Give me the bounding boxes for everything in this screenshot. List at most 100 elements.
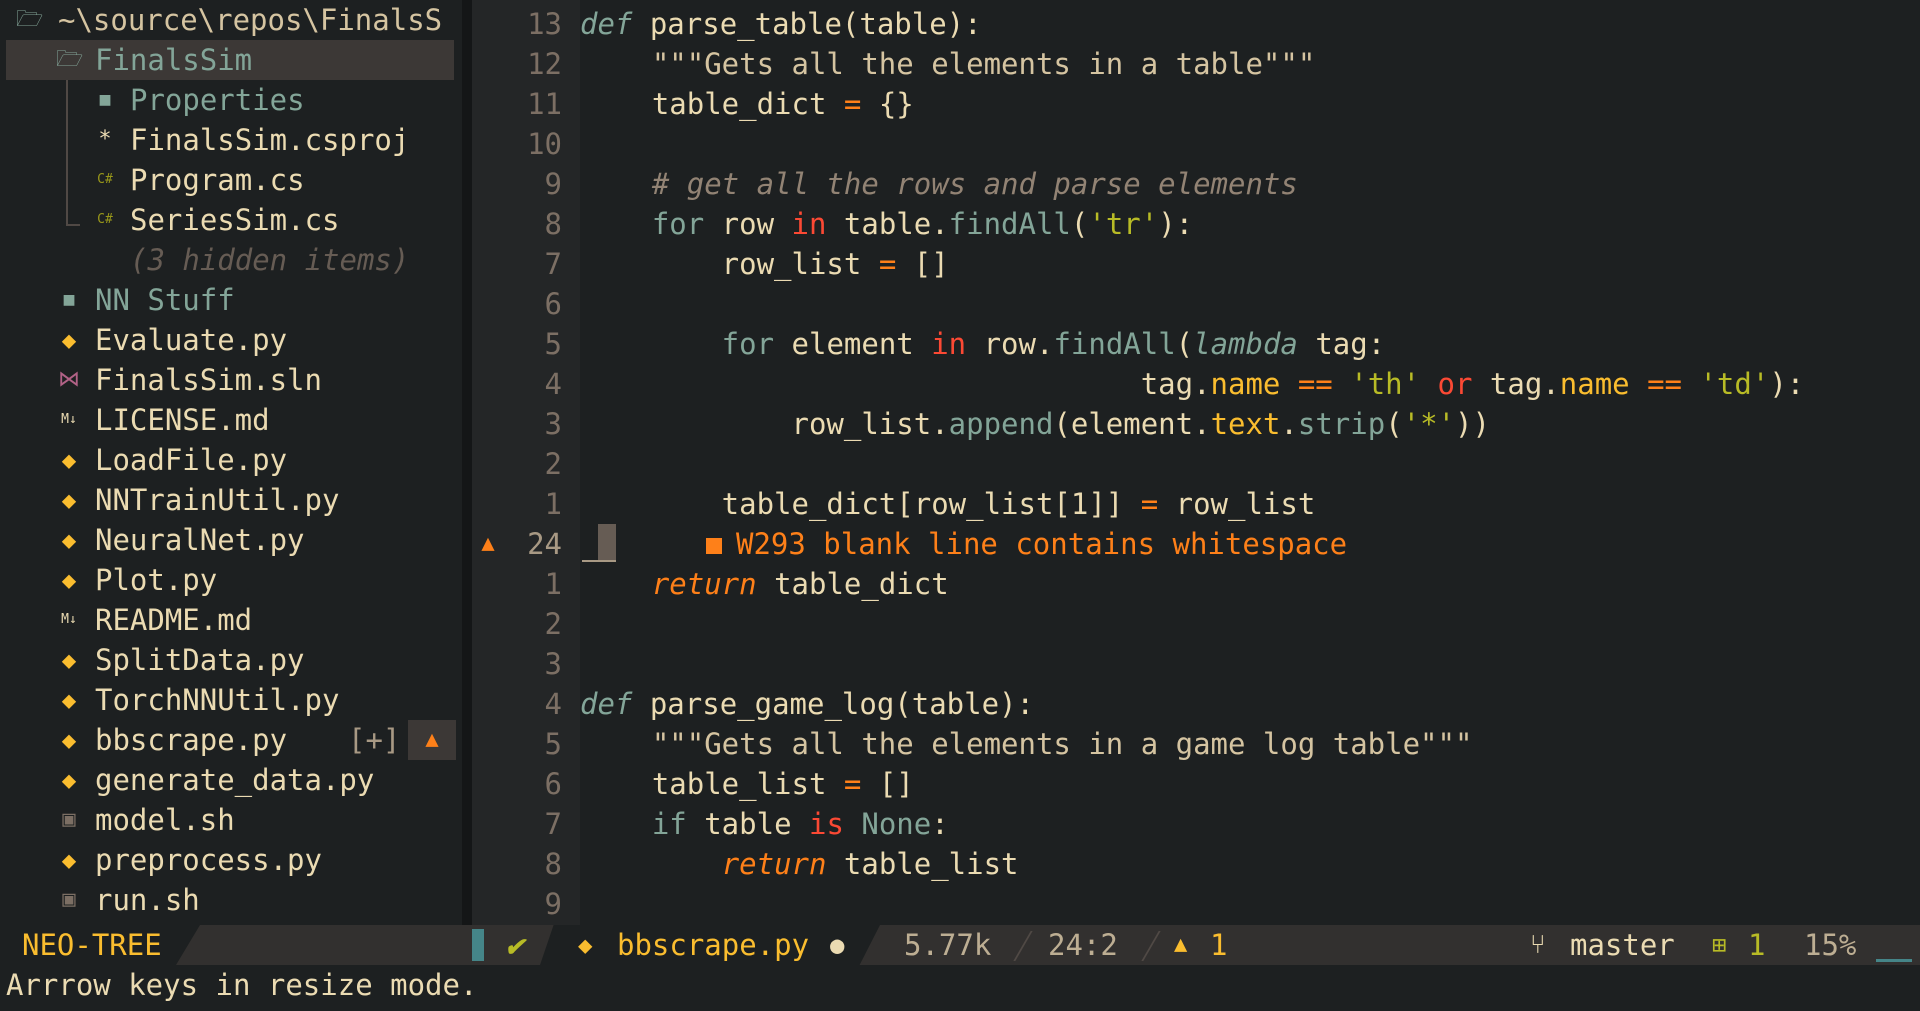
file-explorer-sidebar: 🗁 ~\source\repos\FinalsS 🗁 FinalsSim ■ Prop… [0, 0, 462, 925]
cursor-underline [582, 560, 616, 562]
line-number: 11 [527, 87, 562, 121]
terminal-icon: ▣ [62, 807, 76, 832]
line-number: 7 [544, 807, 562, 841]
python-icon: ◆ [61, 846, 77, 874]
tree-item-label: SeriesSim.cs [130, 203, 340, 237]
modified-indicator: [+] [348, 723, 401, 757]
code-line: table_dict = {} [582, 87, 914, 121]
tree-item-neuralnet-py[interactable]: ◆ NeuralNet.py [0, 520, 456, 560]
tree-item-label: TorchNNUtil.py [95, 683, 340, 717]
folder-open-icon: 🗁 [56, 47, 84, 72]
folder-open-icon: 🗁 [16, 7, 44, 32]
line-number: 7 [544, 247, 562, 281]
window-indicator [472, 929, 484, 961]
python-icon: ◆ [61, 766, 77, 794]
tree-item-generate-data-py[interactable]: ◆ generate_data.py [0, 760, 456, 800]
tree-item-model-sh[interactable]: ▣ model.sh [0, 800, 456, 840]
code-line: row_list = [] [582, 247, 949, 281]
tree-item-program-cs[interactable]: C# Program.cs [0, 160, 456, 200]
python-icon: ◆ [61, 526, 77, 554]
diagnostic-message: W293 blank line contains whitespace [706, 524, 1347, 564]
tree-item-label: FinalsSim [95, 43, 253, 77]
git-branch-icon: ⑂ [1530, 930, 1546, 960]
tree-item-license-md[interactable]: M↓ LICENSE.md [0, 400, 456, 440]
tree-item-3-hidden-items: (3 hidden items) [0, 240, 456, 280]
tree-item-label: LICENSE.md [95, 403, 270, 437]
tree-item-label: SplitData.py [95, 643, 305, 677]
tree-item-label: generate_data.py [95, 763, 375, 797]
code-line: def parse_game_log(table): [580, 687, 1034, 721]
code-line: return table_dict [651, 567, 949, 601]
tree-item-label: README.md [95, 603, 253, 637]
asterisk-icon: * [98, 127, 112, 152]
status-line: NEO-TREE ✔ ◆ bbscrape.py ● 5.77k 24:2 ▲ … [0, 925, 1920, 965]
line-number: 2 [544, 447, 562, 481]
tree-item-loadfile-py[interactable]: ◆ LoadFile.py [0, 440, 456, 480]
status-filename[interactable]: bbscrape.py [617, 925, 809, 965]
line-number: 9 [544, 167, 562, 201]
tree-item-label: run.sh [95, 883, 200, 917]
line-number: 3 [544, 407, 562, 441]
window-split-border[interactable] [462, 0, 472, 925]
line-number: 12 [527, 47, 562, 81]
tree-item-run-sh[interactable]: ▣ run.sh [0, 880, 456, 920]
tree-item-bbscrape-py[interactable]: ◆ bbscrape.py [+] ▲ [0, 720, 456, 760]
python-icon: ◆ [61, 486, 77, 514]
warning-icon: ▲ [408, 720, 456, 760]
code-line: tag.name == 'th' or tag.name == 'td'): [582, 367, 1805, 401]
diff-added-icon: ⊞ [1712, 931, 1727, 959]
tree-item-seriessim-cs[interactable]: C# SeriesSim.cs [0, 200, 456, 240]
warning-sign-icon: ▲ [481, 531, 495, 556]
code-line: row_list.append(element.text.strip('*')) [582, 407, 1490, 441]
tree-item-label: bbscrape.py [95, 723, 288, 757]
line-number: 3 [544, 647, 562, 681]
tree-item-nn-stuff[interactable]: ■ NN Stuff [0, 280, 456, 320]
python-icon: ◆ [61, 686, 77, 714]
folder-icon: ■ [99, 89, 111, 110]
line-number: 8 [544, 847, 562, 881]
tree-item-nntrainutil-py[interactable]: ◆ NNTrainUtil.py [0, 480, 456, 520]
tree-item-splitdata-py[interactable]: ◆ SplitData.py [0, 640, 456, 680]
code-line: """Gets all the elements in a table""" [582, 47, 1316, 81]
tree-item-label: FinalsSim.sln [95, 363, 322, 397]
command-line-message: Arrrow keys in resize mode. [6, 968, 478, 1002]
code-line: table_list = [] [582, 767, 914, 801]
markdown-icon: M↓ [61, 612, 77, 627]
tree-item-label: FinalsSim.csproj [130, 123, 410, 157]
tree-item-finalssim-csproj[interactable]: * FinalsSim.csproj [0, 120, 456, 160]
line-number: 1 [544, 487, 562, 521]
code-line: for element in row.findAll(lambda tag: [582, 327, 1386, 361]
modified-dot-icon: ● [830, 931, 845, 959]
scroll-percent: 15% [1804, 928, 1857, 962]
warning-count[interactable]: 1 [1210, 925, 1227, 965]
tree-item-torchnnutil-py[interactable]: ◆ TorchNNUtil.py [0, 680, 456, 720]
tree-item-readme-md[interactable]: M↓ README.md [0, 600, 456, 640]
code-line: if table is None: [582, 807, 949, 841]
tree-item-evaluate-py[interactable]: ◆ Evaluate.py [0, 320, 456, 360]
diff-added-count: 1 [1748, 928, 1766, 962]
tree-item-preprocess-py[interactable]: ◆ preprocess.py [0, 840, 456, 880]
tree-item-finalssim[interactable]: 🗁 FinalsSim [6, 40, 454, 80]
line-number: 5 [544, 327, 562, 361]
line-number: 2 [544, 607, 562, 641]
tree-item-label: NN Stuff [95, 283, 235, 317]
tree-item-label: LoadFile.py [95, 443, 288, 477]
git-branch[interactable]: master [1570, 925, 1675, 965]
tree-item-label: Evaluate.py [95, 323, 288, 357]
file-size: 5.77k [904, 928, 992, 962]
tree-root-path[interactable]: 🗁 ~\source\repos\FinalsS [0, 0, 456, 40]
tree-item-label: Plot.py [95, 563, 218, 597]
command-line[interactable]: Arrrow keys in resize mode. [0, 965, 1920, 1011]
check-icon: ✔ [506, 928, 524, 962]
python-icon: ◆ [61, 726, 77, 754]
tree-item-finalssim-sln[interactable]: ⋈ FinalsSim.sln [0, 360, 456, 400]
tree-item-label: (3 hidden items) [130, 243, 410, 277]
terminal-icon: ▣ [62, 887, 76, 912]
tree-item-plot-py[interactable]: ◆ Plot.py [0, 560, 456, 600]
scroll-indicator [1876, 959, 1912, 962]
tree-item-properties[interactable]: ■ Properties [0, 80, 456, 120]
line-number: 6 [544, 767, 562, 801]
tree-item-label: NeuralNet.py [95, 523, 305, 557]
folder-icon: ■ [63, 289, 75, 310]
python-icon: ◆ [578, 931, 593, 959]
